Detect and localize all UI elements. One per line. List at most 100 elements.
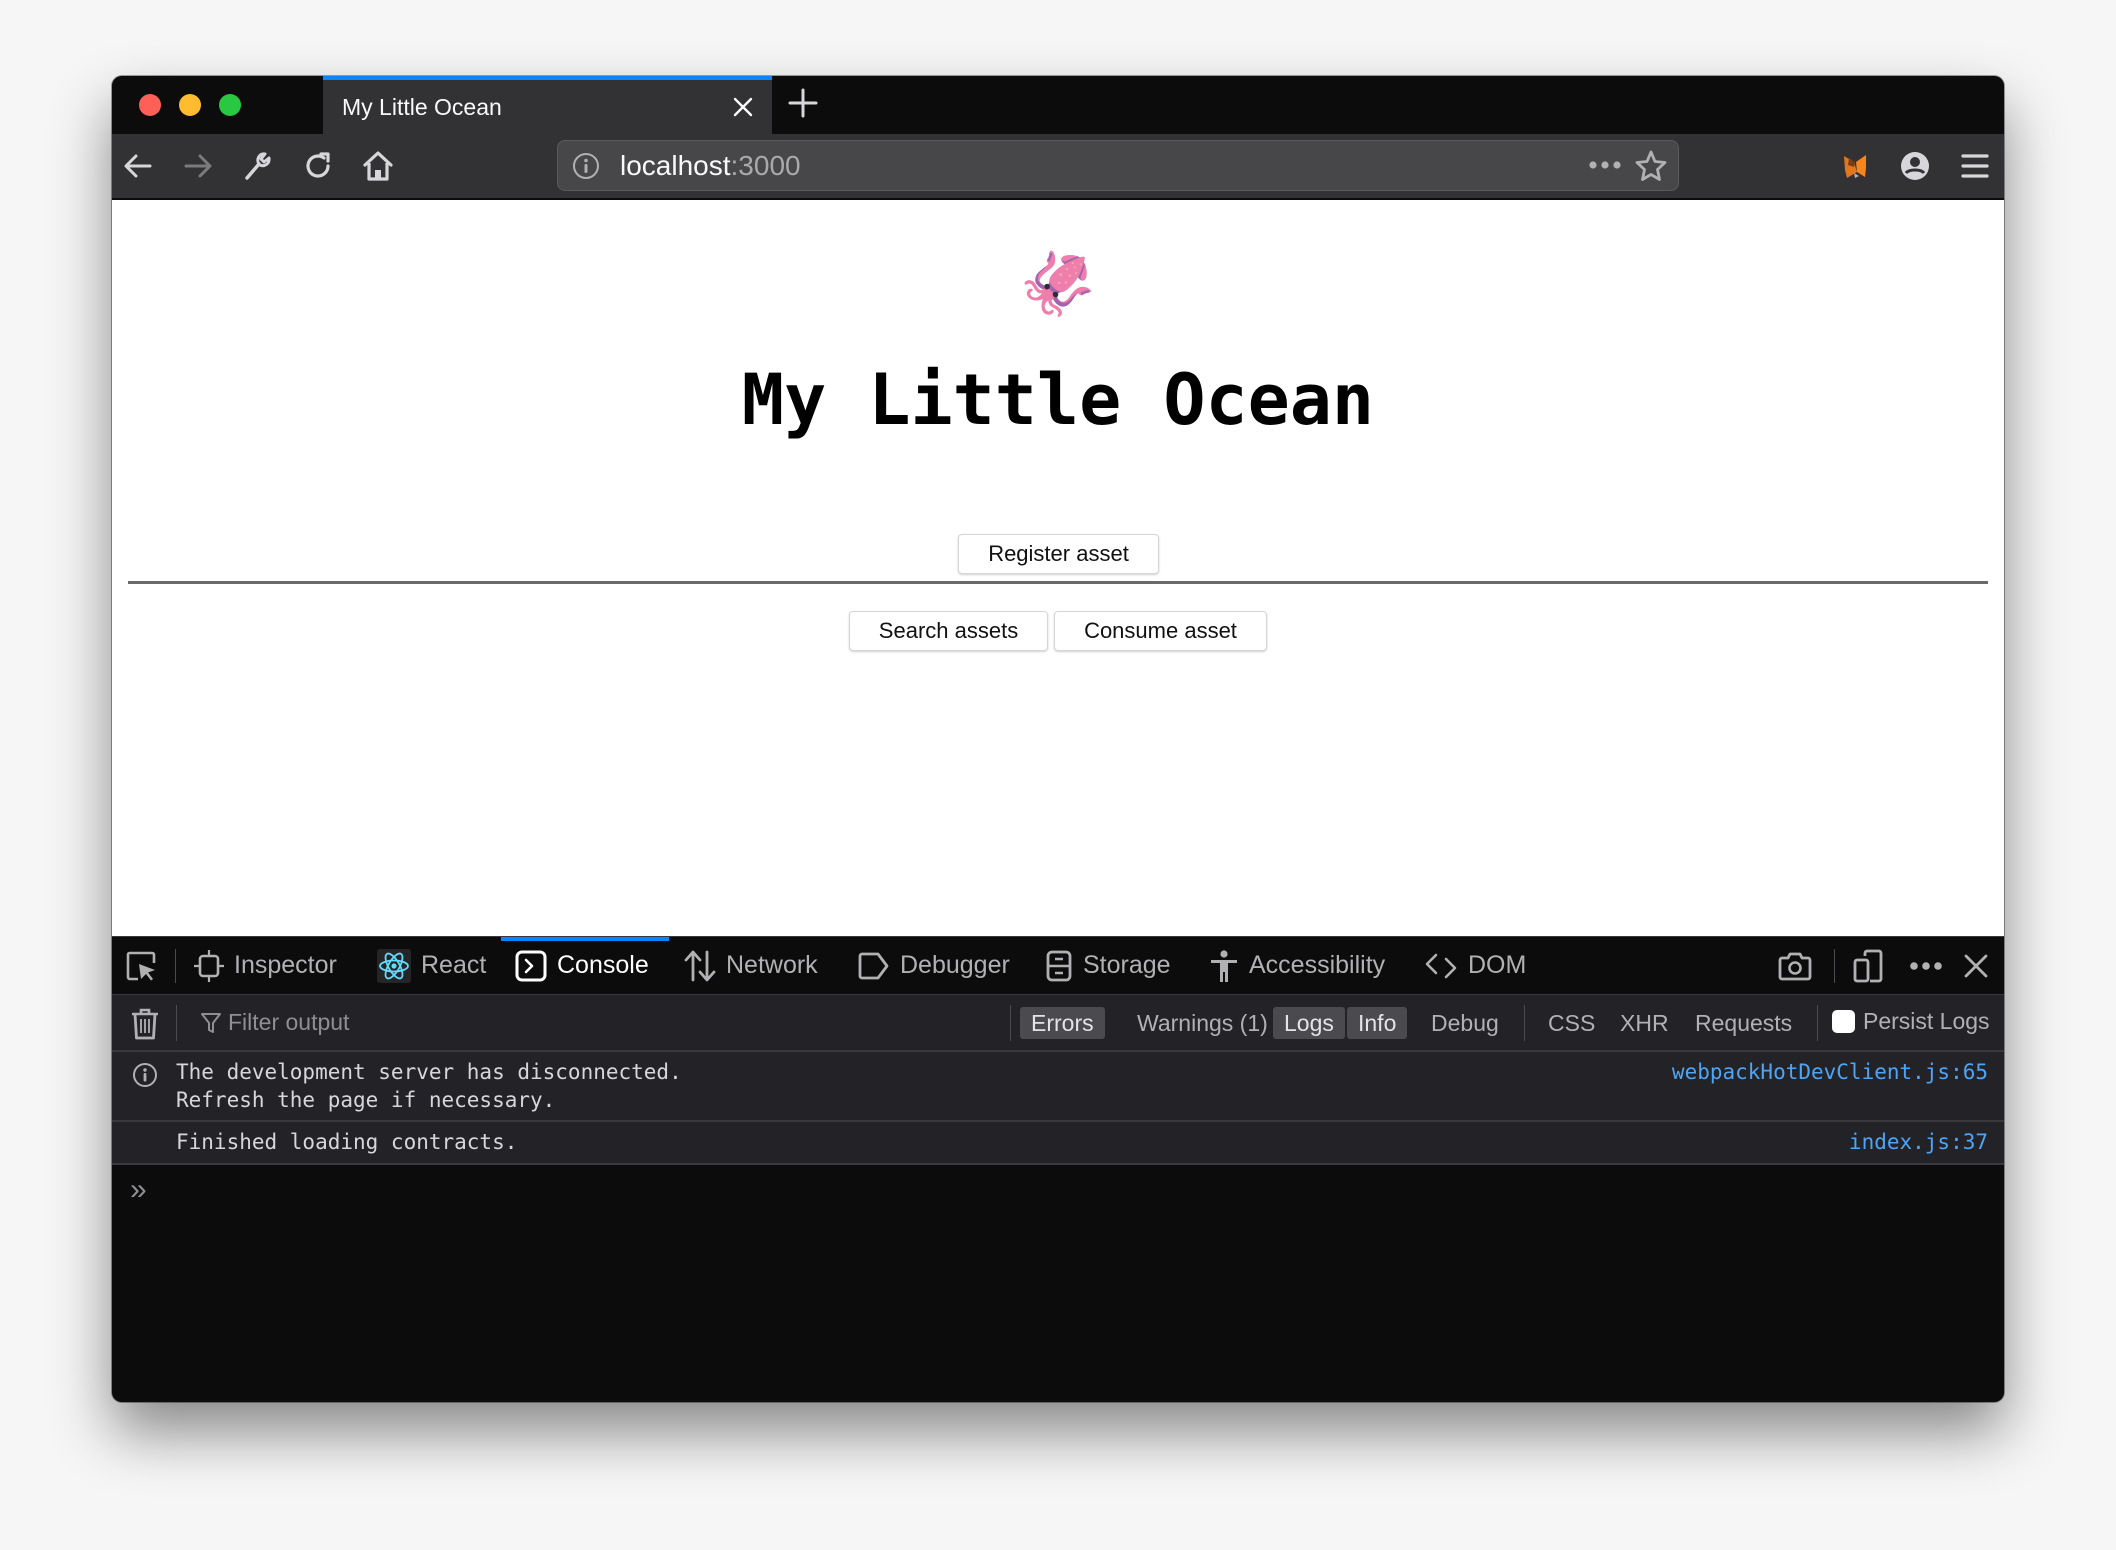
separator <box>1817 1005 1818 1041</box>
filter-xhr-toggle[interactable]: XHR <box>1609 1007 1680 1039</box>
home-button[interactable] <box>360 148 396 184</box>
tab-accessibility[interactable]: Accessibility <box>1209 937 1385 994</box>
tab-separator <box>175 949 176 983</box>
browser-tab[interactable]: My Little Ocean <box>323 76 772 134</box>
url-port: :3000 <box>730 150 801 181</box>
debugger-icon <box>858 952 889 979</box>
persist-logs-label: Persist Logs <box>1863 1008 1990 1034</box>
clear-console-button[interactable] <box>130 1007 160 1046</box>
reload-button[interactable] <box>300 148 336 184</box>
trash-icon <box>132 1008 158 1040</box>
tab-label: Network <box>726 951 818 979</box>
developer-tools-button[interactable] <box>240 148 276 184</box>
filter-css-toggle[interactable]: CSS <box>1537 1007 1606 1039</box>
message-source-link[interactable]: webpackHotDevClient.js:65 <box>1672 1058 1988 1086</box>
home-icon <box>363 151 393 181</box>
tab-label: Storage <box>1083 951 1171 979</box>
account-button[interactable] <box>1897 148 1933 184</box>
navigation-toolbar: localhost:3000 <box>112 134 2004 200</box>
filter-logs-toggle[interactable]: Logs <box>1273 1007 1345 1039</box>
page-content: 🦑 My Little Ocean Register asset Search … <box>112 200 2004 936</box>
inspector-icon <box>194 949 224 982</box>
tab-label: React <box>421 951 487 979</box>
new-tab-button[interactable] <box>788 82 818 125</box>
minimize-window-button[interactable] <box>179 94 201 116</box>
console-icon <box>515 950 547 981</box>
info-icon <box>132 1062 158 1093</box>
close-devtools-button[interactable] <box>1958 948 1994 984</box>
account-icon <box>1901 152 1929 180</box>
menu-button[interactable] <box>1957 148 1993 184</box>
filter-errors-toggle[interactable]: Errors <box>1020 1007 1105 1039</box>
element-picker-icon <box>126 951 156 980</box>
persist-logs-checkbox[interactable]: Persist Logs <box>1832 1008 1990 1035</box>
close-tab-icon[interactable] <box>732 90 754 124</box>
responsive-design-mode-button[interactable] <box>1850 948 1886 984</box>
close-icon <box>1964 954 1988 978</box>
tab-console[interactable]: Console <box>501 937 669 994</box>
tab-storage[interactable]: Storage <box>1045 937 1171 994</box>
tab-inspector[interactable]: Inspector <box>194 937 337 994</box>
tab-label: Debugger <box>900 951 1010 979</box>
filter-output-input[interactable] <box>228 1009 928 1036</box>
url-text[interactable]: localhost:3000 <box>620 150 801 182</box>
reload-icon <box>306 152 330 178</box>
tab-title: My Little Ocean <box>342 94 502 120</box>
site-info-icon[interactable] <box>572 152 600 185</box>
tab-dom[interactable]: DOM <box>1424 937 1526 994</box>
filter-funnel-icon <box>201 1012 221 1033</box>
more-options-icon <box>1910 962 1942 970</box>
page-actions-icon[interactable] <box>1588 151 1622 184</box>
tab-label: DOM <box>1468 951 1527 979</box>
filter-warnings-toggle[interactable]: Warnings (1) <box>1126 1007 1279 1039</box>
tab-label: Inspector <box>234 951 337 979</box>
tab-label: Console <box>557 951 649 979</box>
devtools-panel: Inspector React Console Network Debugger <box>112 936 2004 1402</box>
maximize-window-button[interactable] <box>219 94 241 116</box>
tab-strip: My Little Ocean <box>112 76 2004 134</box>
console-message: The development server has disconnected.… <box>112 1052 2004 1122</box>
message-source-link[interactable]: index.js:37 <box>1849 1128 1988 1156</box>
filter-field[interactable] <box>200 1009 928 1036</box>
forward-button[interactable] <box>180 148 216 184</box>
console-prompt-icon: » <box>130 1173 147 1206</box>
back-button[interactable] <box>120 148 156 184</box>
address-bar[interactable]: localhost:3000 <box>557 140 1679 191</box>
close-window-button[interactable] <box>139 94 161 116</box>
squid-logo-icon: 🦑 <box>1019 250 1097 319</box>
react-icon <box>377 948 411 983</box>
accessibility-icon <box>1211 949 1237 982</box>
message-text: The development server has disconnected.… <box>176 1060 682 1112</box>
camera-icon <box>1778 952 1812 981</box>
back-arrow-icon <box>124 154 152 178</box>
element-picker-button[interactable] <box>124 937 158 994</box>
horizontal-divider <box>128 581 1988 584</box>
wrench-icon <box>245 152 271 180</box>
filter-requests-toggle[interactable]: Requests <box>1684 1007 1803 1039</box>
devtools-options-button[interactable] <box>1904 948 1948 984</box>
consume-asset-button[interactable]: Consume asset <box>1054 611 1267 651</box>
search-assets-button[interactable]: Search assets <box>849 611 1048 651</box>
filter-debug-toggle[interactable]: Debug <box>1420 1007 1510 1039</box>
register-asset-button[interactable]: Register asset <box>958 534 1159 574</box>
dom-icon <box>1425 953 1457 978</box>
toolbar-separator <box>1834 949 1835 983</box>
console-message: Finished loading contracts. index.js:37 <box>112 1122 2004 1165</box>
filter-info-toggle[interactable]: Info <box>1347 1007 1408 1039</box>
screenshot-button[interactable] <box>1777 948 1813 984</box>
metamask-extension-button[interactable] <box>1837 148 1873 184</box>
tab-network[interactable]: Network <box>684 937 818 994</box>
hamburger-menu-icon <box>1961 154 1989 178</box>
tab-debugger[interactable]: Debugger <box>856 937 1010 994</box>
storage-icon <box>1046 950 1072 981</box>
metamask-fox-icon <box>1844 155 1866 178</box>
message-text: Finished loading contracts. <box>176 1130 518 1154</box>
console-input[interactable] <box>162 1169 1986 1211</box>
page-title: My Little Ocean <box>741 359 1375 441</box>
tab-react[interactable]: React <box>377 937 486 994</box>
url-host: localhost <box>620 150 731 181</box>
console-filter-bar: Errors Warnings (1) Logs Info Debug CSS … <box>112 995 2004 1052</box>
bookmark-star-icon[interactable] <box>1634 149 1668 188</box>
separator <box>176 1005 177 1041</box>
checkbox-box[interactable] <box>1832 1010 1855 1033</box>
